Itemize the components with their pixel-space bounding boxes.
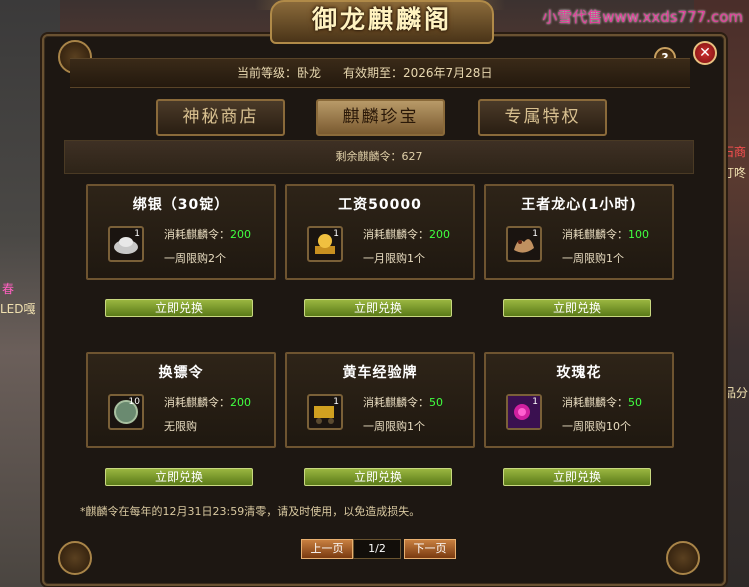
item-card: 工资50000 1 消耗麒麟令：200 一月限购1个 [285, 184, 475, 280]
item-card: 换镖令 10 消耗麒麟令：200 无限购 [86, 352, 276, 448]
redeem-button[interactable]: 立即兑换 [503, 299, 651, 317]
side-text-right-3: 品分 [724, 386, 749, 400]
redeem-button[interactable]: 立即兑换 [503, 468, 651, 486]
item-cost: 消耗麒麟令：100 [562, 228, 649, 241]
rose-icon[interactable]: 1 [506, 394, 542, 430]
item-name: 工资50000 [338, 197, 422, 213]
item-count: 1 [134, 229, 140, 239]
item-count: 1 [333, 397, 339, 407]
item-count: 10 [128, 397, 140, 407]
item-cost: 消耗麒麟令：50 [363, 396, 443, 409]
gold-scroll-icon[interactable]: 1 [307, 226, 343, 262]
side-text-left-1: 春 [2, 282, 15, 296]
item-name: 绑银（30锭） [132, 197, 230, 213]
reset-note: *麒麟令在每年的12月31日23:59清零，请及时使用，以免造成损失。 [80, 505, 421, 518]
corner-ornament-br [666, 541, 700, 575]
redeem-button[interactable]: 立即兑换 [304, 299, 452, 317]
page-indicator: 1/2 [353, 539, 401, 559]
gold-cart-icon[interactable]: 1 [307, 394, 343, 430]
item-name: 换镖令 [158, 365, 204, 381]
corner-ornament-bl [58, 541, 92, 575]
item-limit: 无限购 [164, 420, 197, 433]
item-limit: 一周限购2个 [164, 252, 226, 265]
remaining-tokens: 剩余麒麟令：627 [64, 140, 694, 174]
watermark-text: 小雪代售www.xxds777.com [542, 8, 743, 26]
redeem-button[interactable]: 立即兑换 [304, 468, 452, 486]
tab-mystery-shop[interactable]: 神秘商店 [156, 99, 285, 136]
item-cost: 消耗麒麟令：200 [164, 228, 251, 241]
item-name: 黄车经验牌 [342, 365, 418, 381]
silver-ingot-icon[interactable]: 1 [108, 226, 144, 262]
redeem-button[interactable]: 立即兑换 [105, 299, 253, 317]
next-page-button[interactable]: 下一页 [404, 539, 456, 559]
token-coin-icon[interactable]: 10 [108, 394, 144, 430]
side-text-left-2: LED嘎 [0, 302, 36, 316]
item-count: 1 [532, 397, 538, 407]
close-button[interactable]: ✕ [693, 41, 717, 65]
item-cost: 消耗麒麟令：200 [363, 228, 450, 241]
level-label: 当前等级：卧龙 [237, 66, 322, 80]
item-limit: 一周限购1个 [562, 252, 624, 265]
dragon-heart-icon[interactable]: 1 [506, 226, 542, 262]
item-limit: 一周限购1个 [363, 420, 425, 433]
tab-qilin-treasure[interactable]: 麒麟珍宝 [316, 99, 445, 136]
tab-exclusive-privilege[interactable]: 专属特权 [478, 99, 607, 136]
item-card: 绑银（30锭） 1 消耗麒麟令：200 一周限购2个 [86, 184, 276, 280]
redeem-button[interactable]: 立即兑换 [105, 468, 253, 486]
item-cost: 消耗麒麟令：200 [164, 396, 251, 409]
item-card: 黄车经验牌 1 消耗麒麟令：50 一周限购1个 [285, 352, 475, 448]
item-count: 1 [532, 229, 538, 239]
item-card: 玫瑰花 1 消耗麒麟令：50 一周限购10个 [484, 352, 674, 448]
item-card: 王者龙心(1小时) 1 消耗麒麟令：100 一周限购1个 [484, 184, 674, 280]
item-cost: 消耗麒麟令：50 [562, 396, 642, 409]
item-count: 1 [333, 229, 339, 239]
item-limit: 一周限购10个 [562, 420, 631, 433]
panel-title: 御龙麒麟阁 [270, 0, 494, 44]
prev-page-button[interactable]: 上一页 [301, 539, 353, 559]
item-limit: 一月限购1个 [363, 252, 425, 265]
expire-label: 有效期至：2026年7月28日 [343, 66, 493, 80]
item-name: 玫瑰花 [556, 365, 602, 381]
item-name: 王者龙心(1小时) [521, 197, 637, 213]
